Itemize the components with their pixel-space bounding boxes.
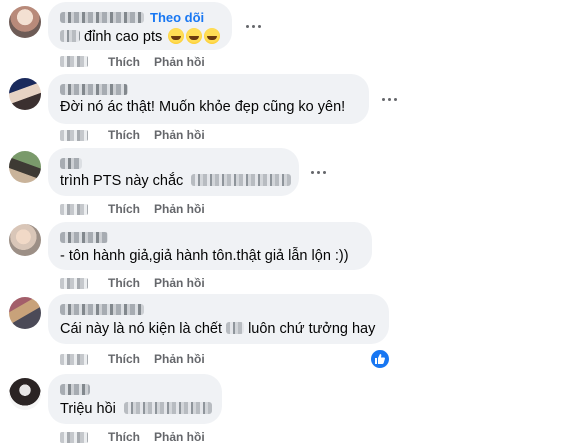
comment-text: - tôn hành giả,giả hành tôn.thật giả lẫn… — [60, 248, 349, 264]
avatar[interactable] — [9, 151, 41, 183]
like-button[interactable]: Thích — [108, 202, 140, 216]
comment-text-row: Cái này là nó kiện là chết luôn chứ tưởn… — [60, 320, 375, 338]
avatar[interactable] — [9, 224, 41, 256]
commenter-name[interactable] — [60, 158, 82, 169]
like-button[interactable]: Thích — [108, 352, 140, 366]
comment-bubble: trình PTS này chắc — [48, 148, 299, 196]
comment-bubble: Theo dõi đỉnh cao pts — [48, 2, 232, 50]
comment-time[interactable] — [60, 432, 88, 443]
avatar[interactable] — [9, 297, 41, 329]
like-button[interactable]: Thích — [108, 276, 140, 290]
comment-text: đỉnh cao pts — [84, 29, 163, 45]
reply-button[interactable]: Phản hồi — [154, 276, 205, 290]
avatar[interactable] — [9, 78, 41, 110]
redacted-text — [60, 30, 80, 42]
comment-text-row: Triệu hồi — [60, 400, 212, 418]
comment-bubble: - tôn hành giả,giả hành tôn.thật giả lẫn… — [48, 222, 372, 270]
comment-bubble: Đời nó ác thật! Muốn khỏe đẹp cũng ko yê… — [48, 74, 369, 124]
comment-time[interactable] — [60, 278, 88, 289]
comment-time[interactable] — [60, 130, 88, 141]
commenter-name[interactable] — [60, 384, 90, 395]
reply-button[interactable]: Phản hồi — [154, 55, 205, 69]
comment-text: trình PTS này chắc — [60, 173, 184, 189]
reply-button[interactable]: Phản hồi — [154, 202, 205, 216]
comment-text: Đời nó ác thật! Muốn khỏe đẹp cũng ko yê… — [60, 99, 346, 115]
comment-text: Cái này là nó kiện là chết — [60, 321, 223, 337]
commenter-name[interactable] — [60, 12, 144, 23]
more-options-icon[interactable] — [309, 170, 329, 176]
reply-button[interactable]: Phản hồi — [154, 352, 205, 366]
like-button[interactable]: Thích — [108, 55, 140, 69]
comment-time[interactable] — [60, 204, 88, 215]
redacted-text — [123, 402, 212, 414]
comment-text-row: trình PTS này chắc — [60, 172, 292, 190]
comment-text: luôn chứ tưởng hay — [248, 321, 376, 337]
laughing-face-icon — [204, 28, 221, 44]
like-button[interactable]: Thích — [108, 128, 140, 142]
redacted-text — [191, 174, 292, 186]
laughing-face-icon — [168, 28, 185, 44]
avatar[interactable] — [9, 6, 41, 38]
more-options-icon[interactable] — [244, 24, 264, 30]
more-options-icon[interactable] — [380, 97, 400, 103]
comment-text: Triệu hồi — [60, 401, 116, 417]
like-button[interactable]: Thích — [108, 430, 140, 444]
comment-time[interactable] — [60, 56, 88, 67]
comment-text-row: đỉnh cao pts — [60, 28, 221, 46]
comment-bubble: Cái này là nó kiện là chết luôn chứ tưởn… — [48, 294, 389, 344]
commenter-name[interactable] — [60, 232, 108, 243]
laughing-face-icon — [186, 28, 203, 44]
redacted-text — [226, 322, 245, 334]
commenter-name[interactable] — [60, 84, 128, 95]
like-icon[interactable] — [369, 348, 391, 370]
avatar[interactable] — [9, 378, 41, 410]
follow-button[interactable]: Theo dõi — [150, 10, 204, 25]
comment-bubble: Triệu hồi — [48, 374, 222, 424]
comment-time[interactable] — [60, 354, 88, 365]
reply-button[interactable]: Phản hồi — [154, 430, 205, 444]
commenter-name[interactable] — [60, 304, 144, 315]
reply-button[interactable]: Phản hồi — [154, 128, 205, 142]
